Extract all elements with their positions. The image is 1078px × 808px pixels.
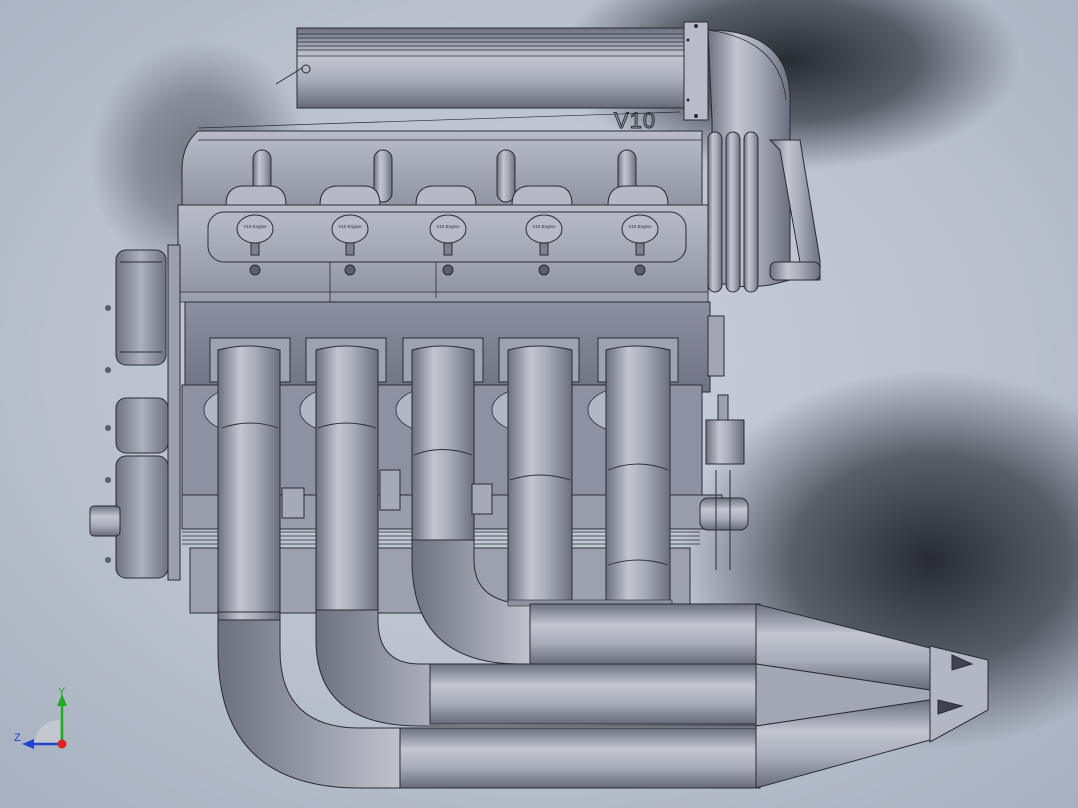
coil-label: V10 Engine bbox=[338, 224, 362, 229]
graphics-viewport[interactable]: V10 V10 Engine V10 Engine V10 Engine V10… bbox=[0, 0, 1078, 808]
coil-label: V10 Engine bbox=[436, 224, 460, 229]
coil-label: V10 Engine bbox=[243, 224, 267, 229]
y-axis-label: Y bbox=[58, 686, 66, 698]
engine-model-view[interactable]: V10 V10 Engine V10 Engine V10 Engine V10… bbox=[0, 0, 1078, 808]
coil-label: V10 Engine bbox=[628, 224, 652, 229]
coordinate-triad[interactable] bbox=[14, 686, 78, 750]
svg-text:V10: V10 bbox=[614, 108, 656, 133]
v10-badge: V10 bbox=[614, 108, 656, 134]
x-axis-dot bbox=[57, 739, 67, 749]
z-axis-arrow bbox=[22, 739, 34, 749]
coil-label: V10 Engine bbox=[532, 224, 556, 229]
triad-arc bbox=[34, 719, 60, 744]
z-axis-label: Z bbox=[14, 732, 21, 744]
